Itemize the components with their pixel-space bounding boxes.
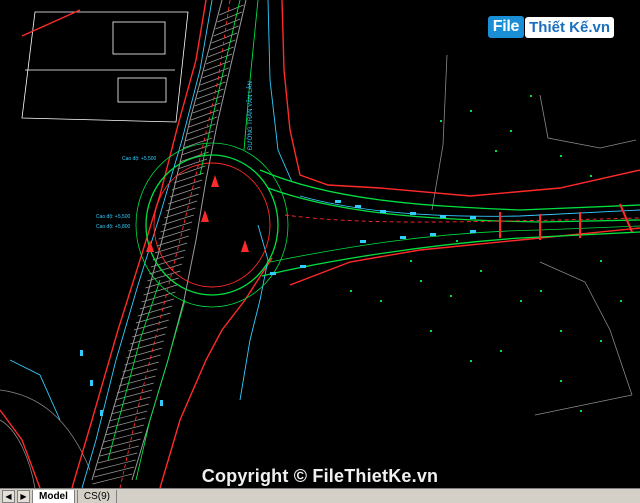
cad-drawing: ĐƯỜNG TRẦN VĂN LÂN Cao độ: +5,500 Cao độ… (0, 0, 640, 488)
red-edge-lines (0, 0, 640, 488)
cyan-edge-lines (9, 0, 640, 488)
copyright-watermark: Copyright © FileThietKe.vn (201, 466, 439, 486)
design-note-2: Cao độ: +5,500 (96, 214, 131, 220)
site-logo: File Thiết Kế.vn (487, 12, 614, 42)
road-label: ĐƯỜNG TRẦN VĂN LÂN (247, 81, 254, 150)
building-outlines (21, 11, 189, 123)
design-note-1: Cao độ: +5,500 (122, 156, 157, 162)
survey-points (350, 95, 622, 412)
centerline (119, 0, 640, 488)
layout-tab-bar: ◀ ▶ Model CS(9) (0, 488, 640, 503)
logo-part-file: File (487, 16, 525, 38)
prev-tab-icon[interactable]: ◀ (2, 490, 15, 503)
design-note-3: Cao độ: +5,800 (96, 224, 131, 230)
next-tab-icon[interactable]: ▶ (17, 490, 30, 503)
logo-part-thietke: Thiết Kế.vn (525, 16, 614, 38)
cad-window: ĐƯỜNG TRẦN VĂN LÂN Cao độ: +5,500 Cao độ… (0, 0, 640, 503)
drawing-canvas[interactable]: ĐƯỜNG TRẦN VĂN LÂN Cao độ: +5,500 Cao độ… (0, 0, 640, 488)
tab-cs9[interactable]: CS(9) (76, 489, 118, 503)
tab-model[interactable]: Model (32, 489, 75, 503)
roundabout (107, 0, 640, 481)
